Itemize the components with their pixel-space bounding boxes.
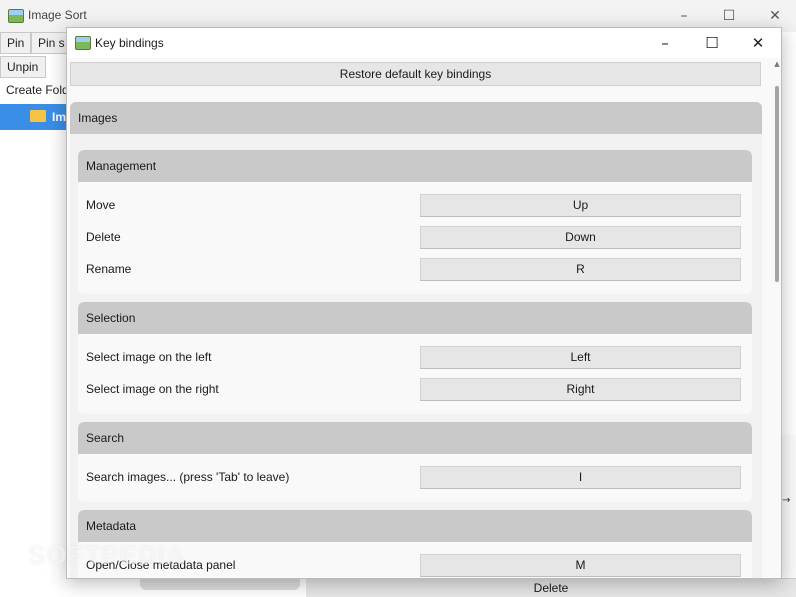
close-icon[interactable]: ✕ [765,6,785,26]
restore-defaults-button[interactable]: Restore default key bindings [70,62,761,86]
selection-section: Selection Select image on the left Left … [78,302,752,414]
management-section: Management Move Up Delete Down Rename R [78,150,752,294]
binding-label: Select image on the left [86,350,212,364]
vertical-scrollbar[interactable]: ▲ [773,58,781,578]
bindings-scroll-area: Images Management Move Up Delete Down Re… [70,102,762,578]
images-group: Images Management Move Up Delete Down Re… [70,102,762,578]
management-header: Management [78,150,752,182]
delete-button[interactable]: Delete [306,578,796,597]
images-group-header: Images [70,102,762,134]
binding-row-select-right: Select image on the right Right [78,378,752,402]
binding-row-rename: Rename R [78,258,752,282]
selection-header: Selection [78,302,752,334]
search-section: Search Search images... (press 'Tab' to … [78,422,752,502]
search-header: Search [78,422,752,454]
dialog-maximize-icon[interactable]: ☐ [701,33,723,53]
binding-key-button[interactable]: Right [420,378,741,401]
maximize-icon[interactable]: ☐ [719,6,739,26]
metadata-header: Metadata [78,510,752,542]
tree-item-images[interactable]: Im [0,104,70,130]
binding-key-button[interactable]: R [420,258,741,281]
binding-row-move: Move Up [78,194,752,218]
binding-label: Search images... (press 'Tab' to leave) [86,470,290,484]
binding-key-button[interactable]: Up [420,194,741,217]
binding-row-search: Search images... (press 'Tab' to leave) … [78,466,752,490]
arrow-right-icon[interactable]: → [782,495,790,506]
dialog-minimize-icon[interactable]: – [654,33,676,53]
binding-label: Rename [86,262,132,276]
folder-icon [30,110,46,122]
binding-label: Select image on the right [86,382,219,396]
dialog-title: Key bindings [95,36,164,50]
pin-button[interactable]: Pin [0,32,31,54]
minimize-icon[interactable]: – [674,6,694,26]
softpedia-watermark: SOFTPEDIA [28,540,186,570]
binding-key-button[interactable]: I [420,466,741,489]
scroll-thumb[interactable] [775,86,779,282]
right-panel-edge [780,435,796,578]
binding-label: Move [86,198,116,212]
dialog-close-icon[interactable]: ✕ [747,33,769,53]
binding-row-select-left: Select image on the left Left [78,346,752,370]
binding-key-button[interactable]: Left [420,346,741,369]
binding-row-delete: Delete Down [78,226,752,250]
dialog-app-icon [75,36,91,50]
dialog-titlebar: Key bindings – ☐ ✕ [67,28,781,58]
scroll-up-icon[interactable]: ▲ [773,60,781,68]
binding-label: Delete [86,230,121,244]
key-bindings-dialog: Key bindings – ☐ ✕ Restore default key b… [66,27,782,579]
create-folder-button[interactable]: Create Fold [0,80,68,102]
binding-key-button[interactable]: M [420,554,741,577]
unpin-button[interactable]: Unpin [0,56,46,78]
window-title: Image Sort [28,8,87,22]
pin-s-button[interactable]: Pin s [31,32,67,54]
binding-key-button[interactable]: Down [420,226,741,249]
app-icon [8,9,24,23]
tree-item-label: Im [52,110,67,124]
bottom-left-panel [140,578,300,590]
